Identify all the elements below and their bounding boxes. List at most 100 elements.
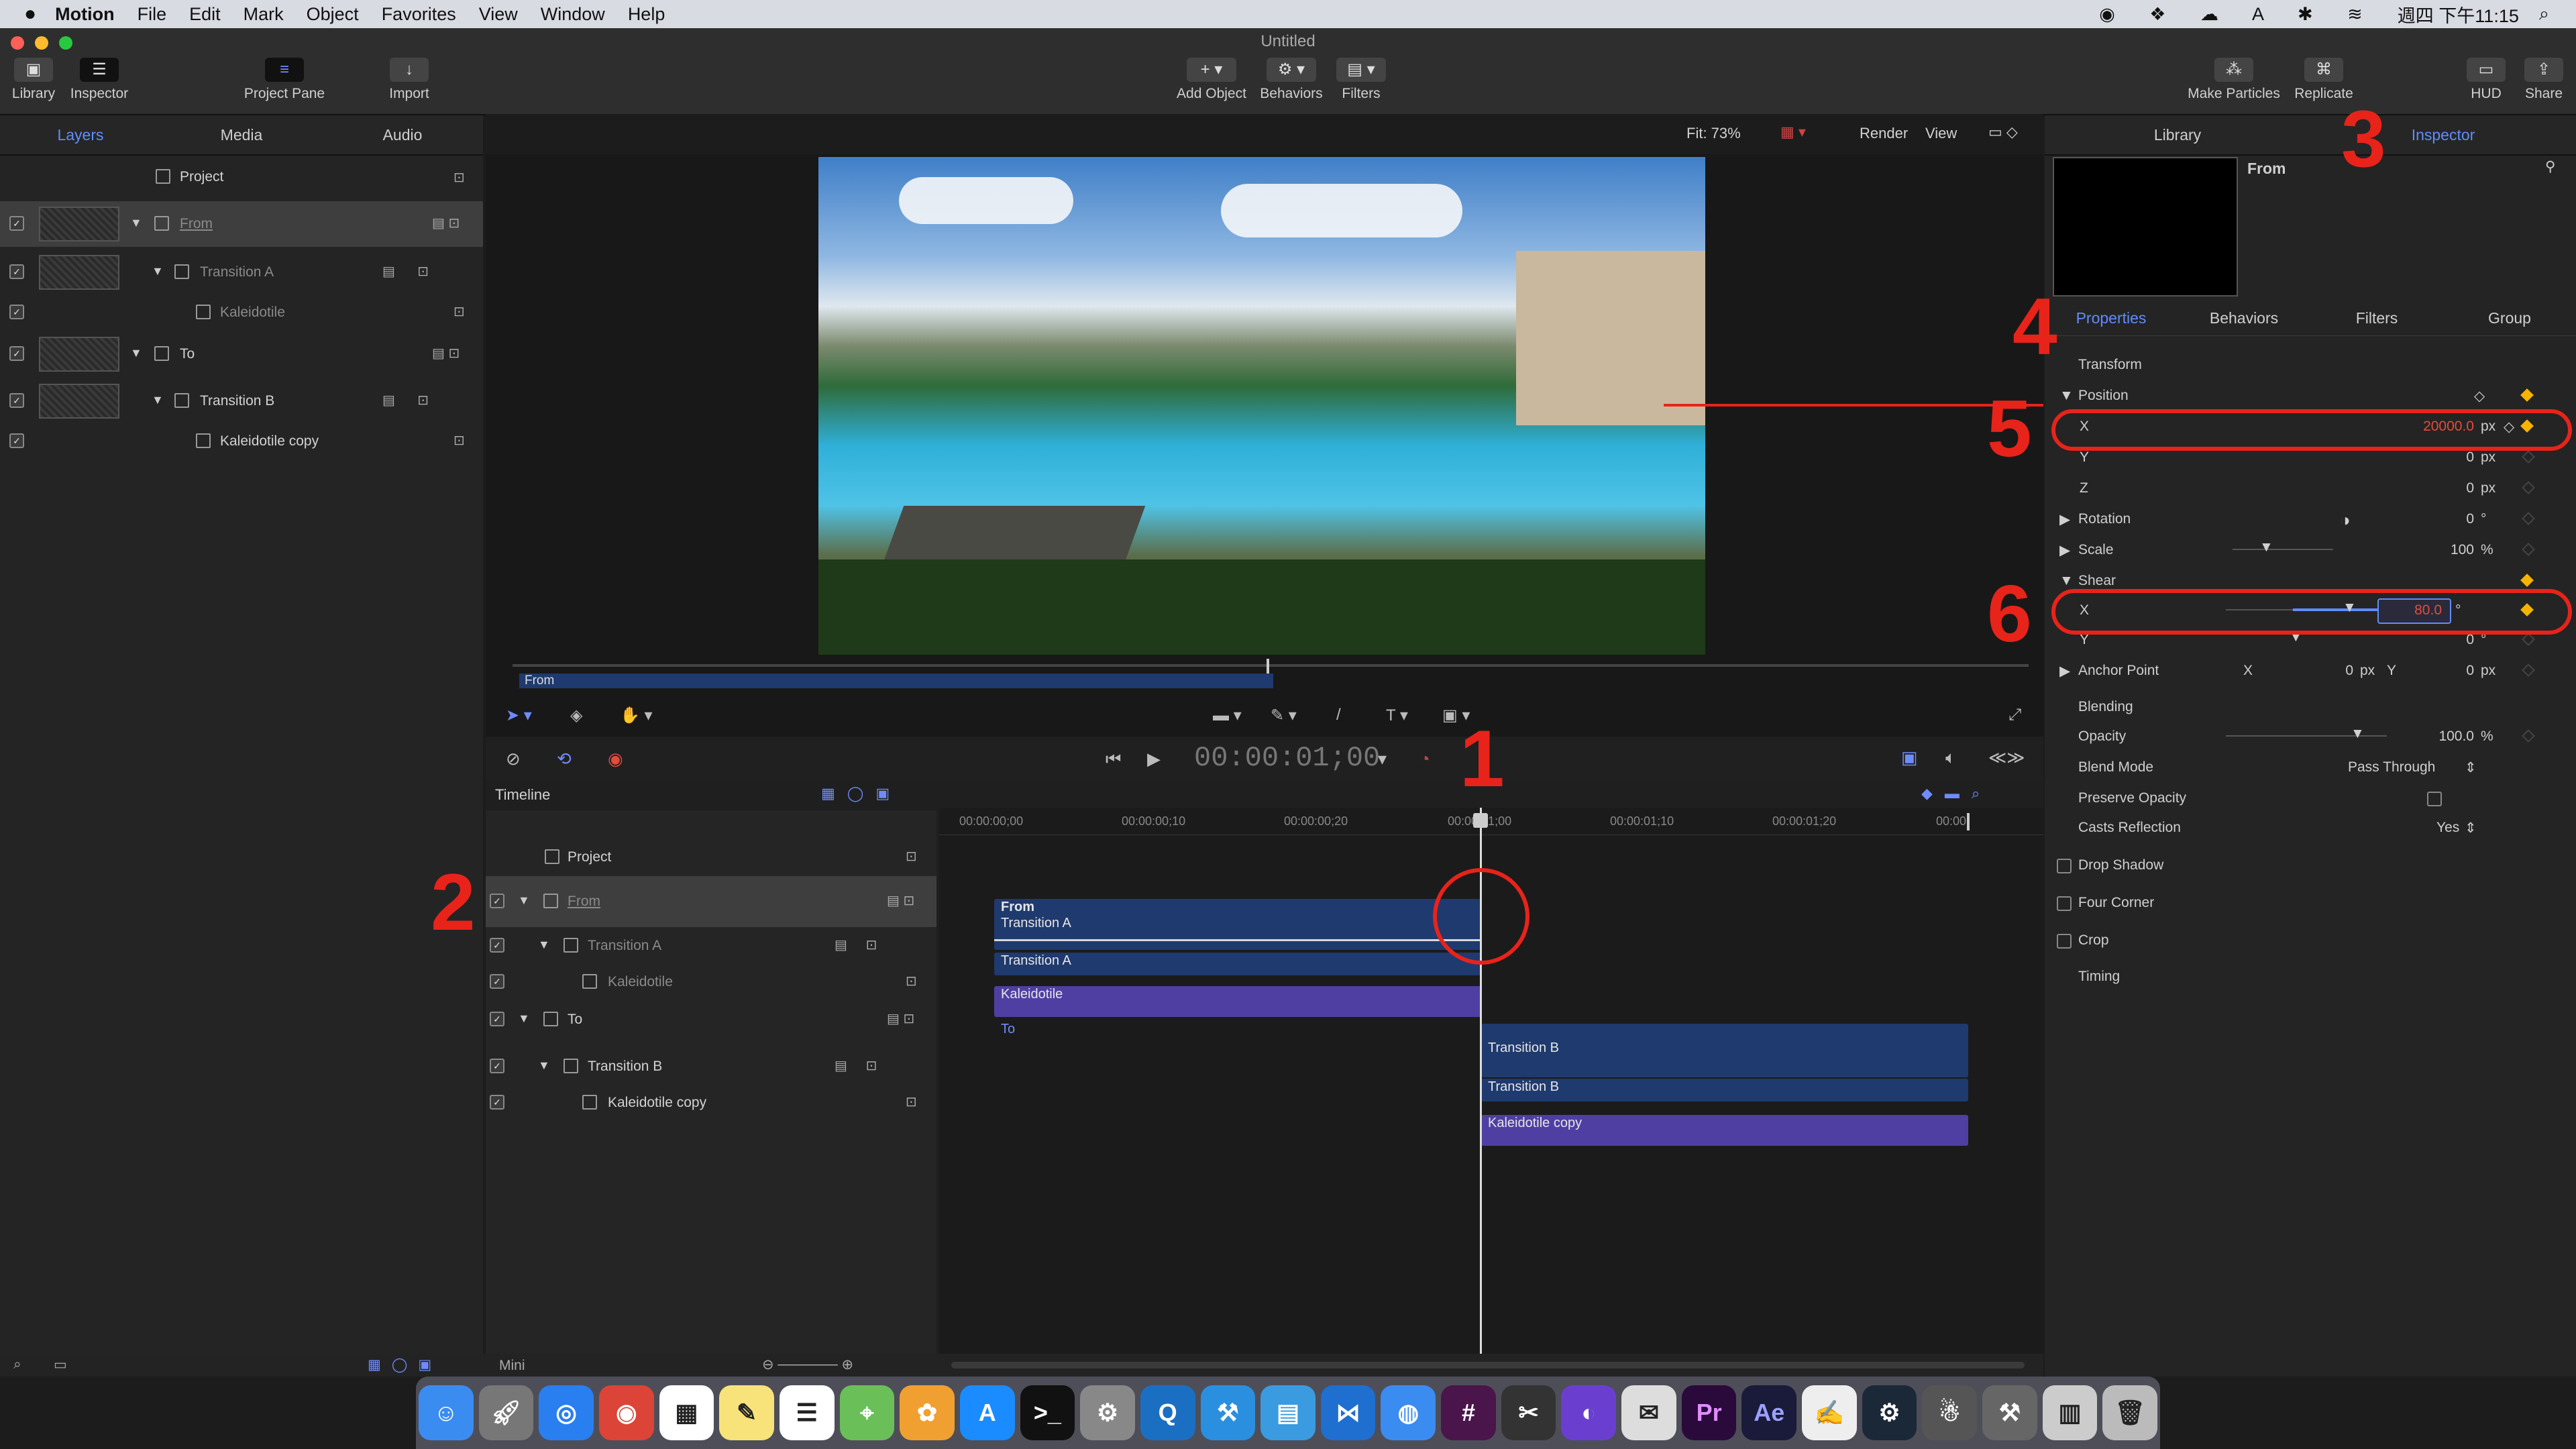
scale-field[interactable]: 100 (2387, 542, 2474, 558)
layer-row-transition-a[interactable]: ✓ ▼ Transition A ▤ ⊡ (0, 248, 483, 295)
lock-icon[interactable]: ▤ ⊡ (835, 1057, 877, 1074)
library-button[interactable]: ▣ Library (8, 58, 59, 102)
motion-icon[interactable]: ◐ (1561, 1385, 1617, 1440)
final-cut-icon[interactable]: ✂ (1501, 1385, 1556, 1440)
downloads-icon[interactable]: ▥ (2042, 1385, 2098, 1440)
preserve-opacity-checkbox[interactable] (2427, 792, 2442, 806)
menu-clock[interactable]: 週四 下午11:15 (2398, 1, 2519, 28)
disclosure-icon[interactable]: ▼ (518, 1012, 530, 1026)
keyframe-editor-icon[interactable]: ▣ (1901, 747, 1918, 768)
search-icon[interactable]: ⌕ (13, 1356, 21, 1373)
record-icon[interactable]: ◉ (608, 749, 623, 769)
expand-icon[interactable]: ⤢ (2008, 706, 2021, 724)
lock-icon[interactable]: ⊡ (453, 432, 465, 449)
timeline-view-icons[interactable]: ▦◯▣ (821, 785, 902, 802)
timecode-display[interactable]: 00:00:01;00 (1194, 742, 1380, 774)
horizontal-scrollbar[interactable] (951, 1362, 2025, 1368)
disclosure-icon[interactable]: ▶ (2059, 511, 2070, 528)
lock-icon[interactable]: ⊡ (906, 973, 917, 989)
keyframe-empty-icon[interactable] (2522, 512, 2535, 525)
disclosure-icon[interactable]: ▼ (518, 894, 530, 908)
app-store-icon[interactable]: A (959, 1385, 1015, 1440)
timeline-row-from[interactable]: ✓ ▼ From ▤ ⊡ (486, 876, 936, 927)
lock-icon[interactable]: ▤ ⊡ (887, 1010, 914, 1027)
after-effects-icon[interactable]: Ae (1741, 1385, 1797, 1440)
speed-icon[interactable]: ◔ (1419, 749, 1430, 769)
layer-row-project[interactable]: Project ⊡ (0, 160, 483, 195)
disclosure-icon[interactable]: ▶ (2059, 542, 2070, 559)
utility-icon[interactable]: ⚒ (1982, 1385, 2037, 1440)
rotation-field[interactable]: 0 (2387, 511, 2474, 527)
bezier-tool-icon[interactable]: ✎ ▾ (1271, 706, 1297, 725)
tab-group[interactable]: Group (2443, 301, 2576, 335)
add-object-button[interactable]: + ▾ Add Object (1171, 58, 1252, 102)
xcode-icon[interactable]: ⚒ (1200, 1385, 1256, 1440)
clip-transition-b[interactable]: Transition B (1481, 1079, 1968, 1102)
paint-tool-icon[interactable]: / (1336, 706, 1341, 724)
lock-icon[interactable]: ▤ ⊡ (382, 392, 429, 409)
maps-icon[interactable]: ⌖ (839, 1385, 895, 1440)
make-particles-button[interactable]: ⁂ Make Particles (2180, 58, 2288, 102)
launchpad-icon[interactable]: 🚀︎ (478, 1385, 534, 1440)
menu-mark[interactable]: Mark (244, 4, 284, 25)
timeline-row-transition-b[interactable]: ✓ ▼ Transition B ▤ ⊡ (486, 1049, 936, 1084)
filters-button[interactable]: ▤ ▾ Filters (1331, 58, 1391, 102)
layer-row-kaleidotile-copy[interactable]: ✓ Kaleidotile copy ⊡ (0, 424, 483, 459)
inspector-button[interactable]: ☰ Inspector (67, 58, 131, 102)
layer-checkbox[interactable]: ✓ (490, 894, 504, 908)
color-channels-dropdown[interactable]: ▦ ▾ (1780, 123, 1806, 141)
layer-checkbox[interactable]: ✓ (9, 433, 24, 448)
layer-checkbox[interactable]: ✓ (490, 1095, 504, 1110)
tab-filters[interactable]: Filters (2310, 301, 2443, 335)
timecode-format-dropdown[interactable]: ▾ (1378, 749, 1387, 769)
render-dropdown[interactable]: Render (1860, 125, 1908, 142)
view-dropdown[interactable]: View (1925, 125, 1957, 142)
keyframe-empty-icon[interactable] (2522, 633, 2535, 646)
menu-favorites[interactable]: Favorites (382, 4, 456, 25)
lock-icon[interactable]: ⊡ (906, 1093, 917, 1110)
fit-zoom-dropdown[interactable]: Fit: 73% (1686, 125, 1741, 142)
crop-checkbox[interactable] (2057, 934, 2072, 949)
blend-mode-select[interactable]: Pass Through (2348, 759, 2435, 775)
audio-icon[interactable]: 🔈︎ (1945, 747, 1956, 769)
mini-timeline-bar[interactable]: From (519, 674, 1273, 688)
status-icons[interactable]: ◉ ❖ ☁ A ✱ ≋ (2099, 4, 2377, 25)
photos-icon[interactable]: ✿ (900, 1385, 955, 1440)
panel-icon[interactable]: ▭ (54, 1356, 67, 1373)
anchor-x-field[interactable]: 0 (2273, 663, 2353, 679)
layer-row-from[interactable]: ✓ ▼ From ▤ ⊡ (0, 201, 483, 247)
keyframe-icon[interactable] (2520, 388, 2534, 402)
project-pane-button[interactable]: ≡ Project Pane (239, 58, 330, 102)
disclosure-icon[interactable]: ▼ (130, 346, 142, 360)
notes-icon[interactable]: ✎ (719, 1385, 774, 1440)
layout-dropdown[interactable]: ▭ ◇ (1988, 123, 2018, 141)
position-z-field[interactable]: 0 (2387, 480, 2474, 496)
automator-icon[interactable]: ☃ (1922, 1385, 1978, 1440)
layer-checkbox[interactable]: ✓ (490, 938, 504, 953)
mini-dropdown[interactable]: Mini (499, 1358, 525, 1374)
lock-icon[interactable]: ⊡ (906, 848, 917, 865)
tab-audio[interactable]: Audio (322, 115, 483, 154)
menu-file[interactable]: File (138, 4, 167, 25)
adjust-tool-icon[interactable]: ◈ (570, 706, 582, 725)
menu-edit[interactable]: Edit (189, 4, 221, 25)
layer-row-kaleidotile[interactable]: ✓ Kaleidotile ⊡ (0, 295, 483, 330)
quicktime-icon[interactable]: Q (1140, 1385, 1195, 1440)
disclosure-icon[interactable]: ▼ (2059, 573, 2074, 589)
view-icons[interactable]: ▦◯▣ (368, 1356, 442, 1373)
layer-checkbox[interactable]: ✓ (9, 346, 24, 361)
keyframe-empty-icon[interactable] (2522, 663, 2535, 677)
layer-checkbox[interactable]: ✓ (9, 393, 24, 408)
canvas-preview-image[interactable] (818, 157, 1705, 655)
clip-from[interactable]: From Transition A (994, 899, 1481, 950)
layer-checkbox[interactable]: ✓ (490, 974, 504, 989)
menu-app-name[interactable]: Motion (55, 4, 114, 25)
keyframe-empty-icon[interactable] (2522, 543, 2535, 556)
lock-icon[interactable]: ▤ ⊡ (432, 345, 460, 362)
spotlight-icon[interactable]: ⌕ (2539, 3, 2549, 25)
lock-icon[interactable]: ▤ ⊡ (835, 936, 877, 953)
scale-slider-thumb[interactable]: ▼ (2259, 539, 2273, 555)
layer-row-transition-b[interactable]: ✓ ▼ Transition B ▤ ⊡ (0, 377, 483, 424)
menu-help[interactable]: Help (628, 4, 665, 25)
calendar-icon[interactable]: ▦ (659, 1385, 714, 1440)
